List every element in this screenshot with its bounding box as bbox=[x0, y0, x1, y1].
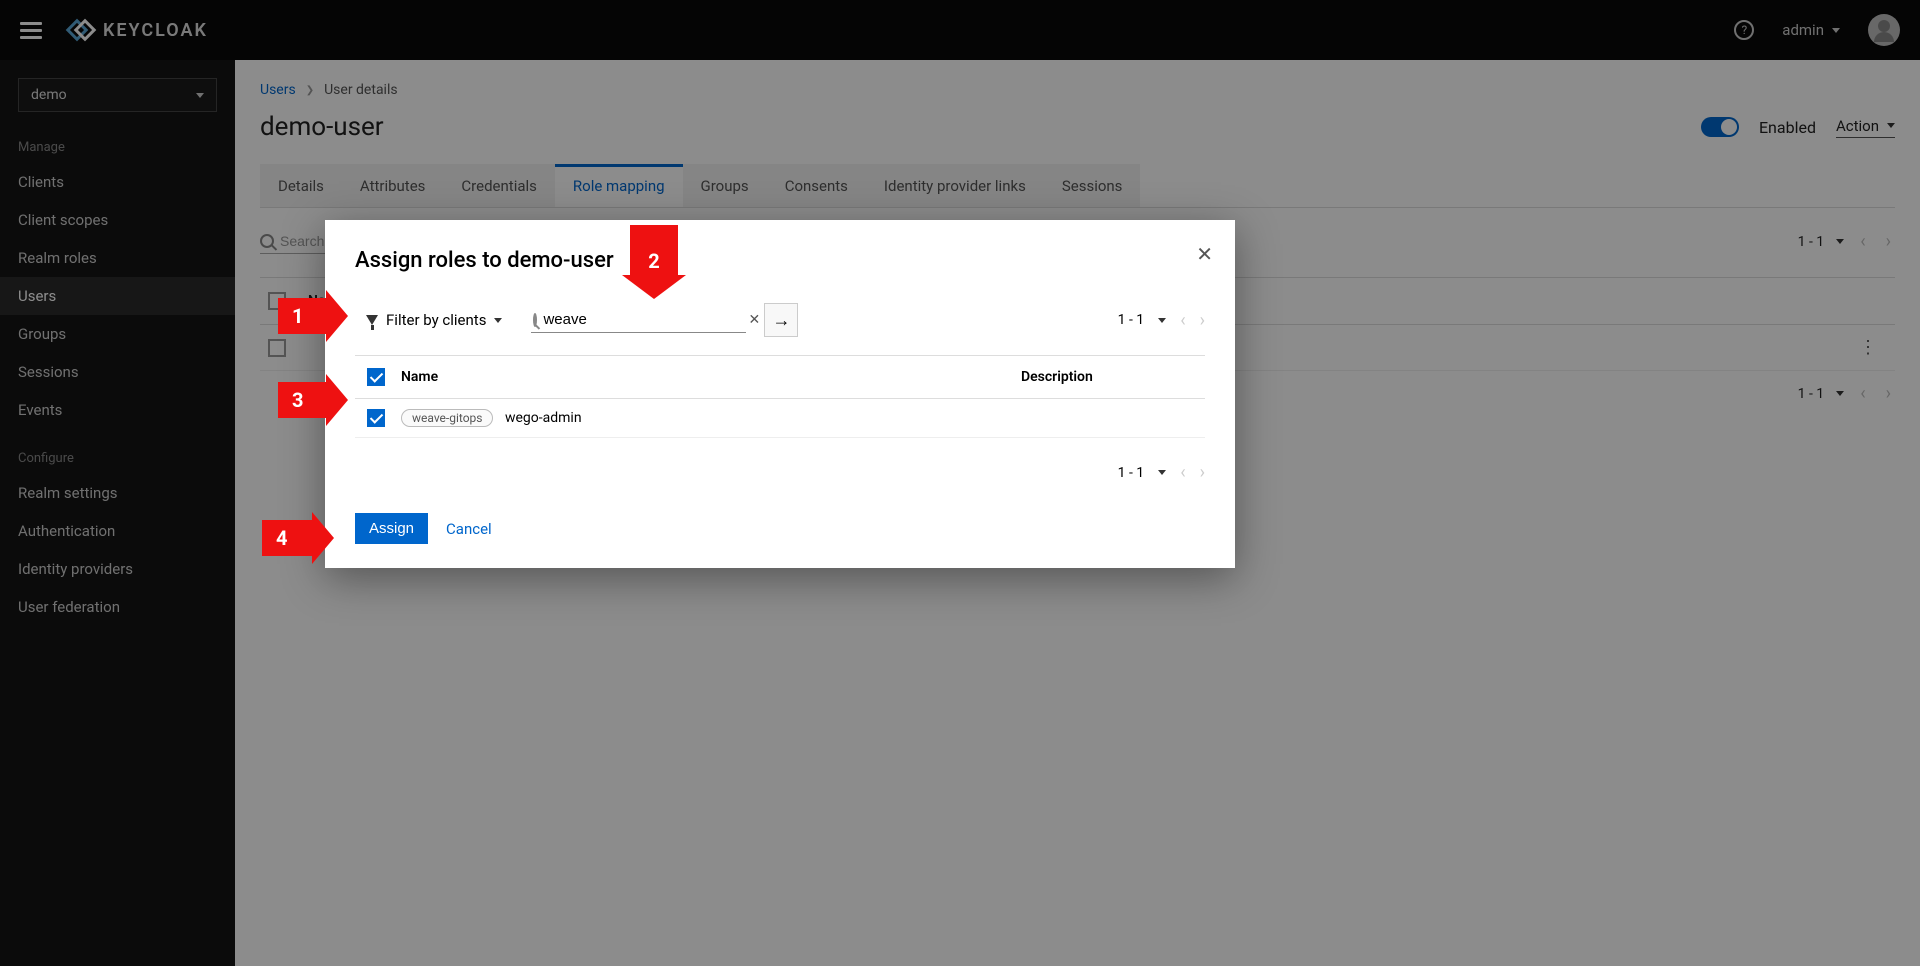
modal-page-range: 1 - 1 bbox=[1118, 312, 1145, 328]
modal-title: Assign roles to demo-user bbox=[355, 248, 1205, 273]
modal-search-wrap: ✕ bbox=[531, 307, 746, 333]
modal-select-all-checkbox[interactable] bbox=[367, 368, 385, 386]
prev-page-icon[interactable]: ‹ bbox=[1180, 462, 1185, 483]
close-icon[interactable]: ✕ bbox=[1196, 242, 1213, 266]
search-icon bbox=[533, 313, 537, 327]
next-page-icon[interactable]: › bbox=[1200, 310, 1205, 331]
cancel-link[interactable]: Cancel bbox=[446, 520, 492, 538]
modal-header-name: Name bbox=[401, 369, 1021, 385]
client-tag: weave-gitops bbox=[401, 409, 493, 427]
caret-down-icon[interactable] bbox=[1158, 318, 1166, 323]
role-name: wego-admin bbox=[505, 410, 582, 426]
modal-role-row: weave-gitops wego-admin bbox=[355, 399, 1205, 438]
filter-dropdown[interactable]: Filter by clients bbox=[355, 304, 513, 336]
caret-down-icon[interactable] bbox=[1158, 470, 1166, 475]
filter-icon bbox=[366, 315, 378, 325]
modal-header-description: Description bbox=[1021, 369, 1193, 385]
caret-down-icon bbox=[494, 318, 502, 323]
modal-page-range-bottom: 1 - 1 bbox=[1118, 465, 1145, 481]
modal-search-input[interactable] bbox=[543, 311, 742, 328]
modal-row-checkbox[interactable] bbox=[367, 409, 385, 427]
assign-button[interactable]: Assign bbox=[355, 513, 428, 544]
clear-icon[interactable]: ✕ bbox=[742, 312, 766, 328]
next-page-icon[interactable]: › bbox=[1200, 462, 1205, 483]
assign-roles-modal: Assign roles to demo-user ✕ Filter by cl… bbox=[325, 220, 1235, 568]
modal-search-go[interactable]: → bbox=[764, 303, 798, 337]
filter-label: Filter by clients bbox=[386, 311, 486, 329]
prev-page-icon[interactable]: ‹ bbox=[1180, 310, 1185, 331]
